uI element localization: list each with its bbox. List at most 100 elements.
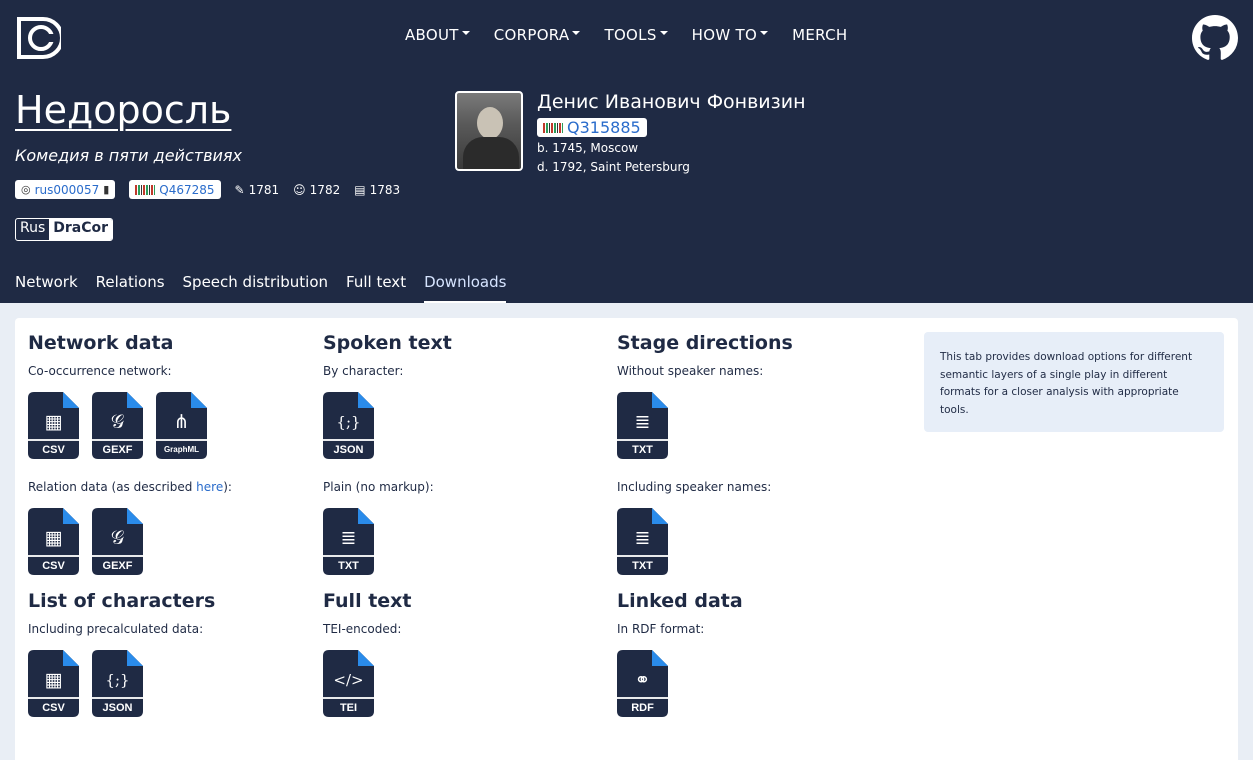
file-divider xyxy=(28,555,79,557)
characters-section: List of characters Including precalculat… xyxy=(28,590,308,717)
section-title: Stage directions xyxy=(617,332,793,354)
txt-download-icon[interactable]: ≣ TXT xyxy=(617,392,668,459)
section-label: By character: xyxy=(323,364,404,378)
file-list: {;} JSON xyxy=(323,392,603,459)
nav-about[interactable]: ABOUT xyxy=(405,26,470,44)
rdf-glyph-icon: ⚭ xyxy=(634,669,651,691)
network-data-section: Network data Co-occurrence network: ▦ CSV… xyxy=(28,332,308,575)
play-id-badge[interactable]: ◎ rus000057 ▮ xyxy=(15,180,116,199)
play-subtitle: Комедия в пяти действиях xyxy=(15,146,242,165)
file-corner xyxy=(63,508,79,524)
gexf-glyph-icon: 𝒢 xyxy=(110,527,125,549)
csv-download-icon[interactable]: ▦ CSV xyxy=(28,650,79,717)
section-label: Without speaker names: xyxy=(617,364,764,378)
dracor-icon: ◎ xyxy=(21,183,31,196)
nav-tools[interactable]: TOOLS xyxy=(604,26,668,44)
graphml-glyph-icon: ⋔ xyxy=(173,411,190,433)
csv-download-icon[interactable]: ▦ CSV xyxy=(28,392,79,459)
file-format-label: CSV xyxy=(42,444,65,456)
json-glyph-icon: {;} xyxy=(105,671,130,689)
tab-speech-distribution[interactable]: Speech distribution xyxy=(183,273,329,301)
author-portrait xyxy=(455,91,523,171)
gexf-download-icon[interactable]: 𝒢 GEXF xyxy=(92,508,143,575)
file-format-label: TXT xyxy=(632,560,653,572)
downloads-info-box: This tab provides download options for d… xyxy=(924,332,1224,432)
csv-glyph-icon: ▦ xyxy=(44,411,63,433)
linked-data-section: Linked data In RDF format: ⚭ RDF xyxy=(617,590,897,717)
section-title: List of characters xyxy=(28,590,216,612)
file-list: </> TEI xyxy=(323,650,603,717)
section-label: Co-occurrence network: xyxy=(28,364,172,378)
file-divider xyxy=(28,697,79,699)
file-corner xyxy=(127,650,143,666)
file-format-label: GEXF xyxy=(102,560,133,572)
txt-download-icon[interactable]: ≣ TXT xyxy=(323,508,374,575)
file-corner xyxy=(127,392,143,408)
tab-full-text[interactable]: Full text xyxy=(346,273,406,301)
portrait-face xyxy=(477,107,503,139)
caret-down-icon xyxy=(760,31,769,35)
github-icon[interactable] xyxy=(1192,15,1238,61)
file-divider xyxy=(323,439,374,441)
file-divider xyxy=(92,697,143,699)
file-divider xyxy=(323,555,374,557)
file-list: ≣ TXT xyxy=(323,508,603,575)
file-corner xyxy=(652,392,668,408)
file-divider xyxy=(617,555,668,557)
corpus-badge[interactable]: Rus DraCor xyxy=(15,218,114,241)
file-format-label: RDF xyxy=(631,702,654,714)
year-printed: ▤ 1783 xyxy=(354,182,401,197)
csv-glyph-icon: ▦ xyxy=(44,669,63,691)
section-label: Including precalculated data: xyxy=(28,622,204,636)
file-list: ≣ TXT xyxy=(617,508,897,575)
tei-download-icon[interactable]: </> TEI xyxy=(323,650,374,717)
file-corner xyxy=(652,508,668,524)
nav-corpora[interactable]: CORPORA xyxy=(494,26,581,44)
file-format-label: GraphML xyxy=(163,445,200,454)
wikidata-badge[interactable]: Q467285 xyxy=(129,180,221,199)
portrait-coat xyxy=(463,137,519,169)
json-download-icon[interactable]: {;} JSON xyxy=(323,392,374,459)
file-list: ▦ CSV 𝒢 GEXF ⋔ GraphML xyxy=(28,392,308,459)
year-premiered: ☺ 1782 xyxy=(293,182,341,197)
caret-down-icon xyxy=(572,31,581,35)
txt-download-icon[interactable]: ≣ TXT xyxy=(617,508,668,575)
tab-downloads[interactable]: Downloads xyxy=(424,273,507,305)
file-corner xyxy=(358,650,374,666)
year-written: ✎ 1781 xyxy=(234,182,280,197)
graphml-download-icon[interactable]: ⋔ GraphML xyxy=(156,392,207,459)
gexf-glyph-icon: 𝒢 xyxy=(110,411,125,433)
pen-icon: ✎ xyxy=(234,182,245,197)
here-link[interactable]: here xyxy=(196,480,223,494)
file-list: ≣ TXT xyxy=(617,392,897,459)
tab-network[interactable]: Network xyxy=(15,273,78,301)
tab-relations[interactable]: Relations xyxy=(96,273,165,301)
txt-glyph-icon: ≣ xyxy=(634,527,651,549)
file-corner xyxy=(127,508,143,524)
book-icon: ▤ xyxy=(354,182,366,197)
author-wikidata-badge[interactable]: Q315885 xyxy=(537,118,647,137)
json-download-icon[interactable]: {;} JSON xyxy=(92,650,143,717)
dracor-logo[interactable] xyxy=(15,15,61,61)
file-format-label: JSON xyxy=(102,702,133,714)
csv-glyph-icon: ▦ xyxy=(44,527,63,549)
json-glyph-icon: {;} xyxy=(336,413,361,431)
file-divider xyxy=(617,697,668,699)
play-title[interactable]: Недоросль xyxy=(15,86,231,134)
file-format-label: CSV xyxy=(42,560,65,572)
csv-download-icon[interactable]: ▦ CSV xyxy=(28,508,79,575)
file-format-label: TXT xyxy=(338,560,359,572)
gexf-download-icon[interactable]: 𝒢 GEXF xyxy=(92,392,143,459)
rdf-download-icon[interactable]: ⚭ RDF xyxy=(617,650,668,717)
clipboard-icon[interactable]: ▮ xyxy=(103,183,109,196)
file-format-label: JSON xyxy=(333,444,364,456)
file-format-label: TEI xyxy=(339,702,358,714)
file-list: ⚭ RDF xyxy=(617,650,897,717)
txt-glyph-icon: ≣ xyxy=(340,527,357,549)
downloads-panel: Network data Co-occurrence network: ▦ CSV… xyxy=(15,318,1238,760)
section-label: Including speaker names: xyxy=(617,480,772,494)
file-divider xyxy=(156,439,207,441)
nav-merch[interactable]: MERCH xyxy=(792,26,847,44)
nav-howto[interactable]: HOW TO xyxy=(692,26,769,44)
author-death: d. 1792, Saint Petersburg xyxy=(537,160,690,174)
